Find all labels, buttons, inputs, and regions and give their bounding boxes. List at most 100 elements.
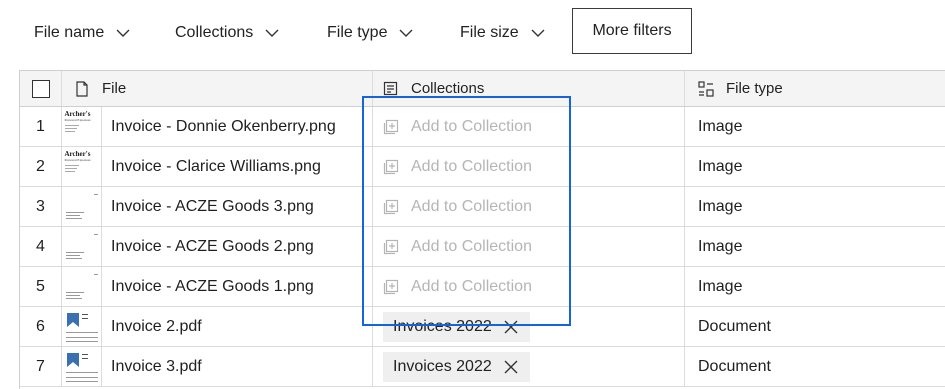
table-row[interactable]: 6 Invoice 2.pdf Invoices 2022 Document xyxy=(20,307,945,347)
bookmark-logo-icon xyxy=(66,312,79,327)
file-type: Image xyxy=(698,157,743,175)
row-number: 3 xyxy=(20,187,62,226)
close-icon[interactable] xyxy=(504,360,518,374)
file-type: Image xyxy=(698,237,743,255)
thumbnail-title: Archer's xyxy=(64,149,91,158)
row-number-label: 7 xyxy=(36,357,45,375)
file-size-filter[interactable]: File size xyxy=(460,14,545,52)
add-to-collection-button[interactable]: Add to Collection xyxy=(383,278,532,296)
file-type: Document xyxy=(698,317,771,335)
file-type-cell: Image xyxy=(685,267,945,306)
thumbnail-subtitle: Personal Expenses xyxy=(64,117,91,122)
table-row[interactable]: 3 Invoice - ACZE Goods 3.png Add to Coll… xyxy=(20,187,945,227)
row-number: 6 xyxy=(20,307,62,346)
add-to-collection-label: Add to Collection xyxy=(411,197,532,215)
chevron-down-icon xyxy=(399,29,413,37)
select-all-checkbox[interactable] xyxy=(31,79,50,98)
collections-cell: Invoices 2022 xyxy=(373,347,685,386)
add-to-collection-button[interactable]: Add to Collection xyxy=(383,238,532,256)
bookmark-logo-icon xyxy=(66,352,79,367)
collection-tag-label: Invoices 2022 xyxy=(393,357,492,375)
row-number-label: 6 xyxy=(36,317,45,335)
file-type-icon xyxy=(698,80,714,97)
invoice-thumbnail: Archer's Personal Expenses xyxy=(64,110,100,144)
add-collection-icon xyxy=(383,159,399,174)
file-name-cell[interactable]: Invoice - ACZE Goods 1.png xyxy=(102,267,373,306)
collections-cell: Add to Collection xyxy=(373,267,685,306)
row-number-label: 1 xyxy=(36,117,45,135)
file-size-filter-label: File size xyxy=(460,24,519,41)
row-number: 2 xyxy=(20,147,62,186)
file-name-filter-label: File name xyxy=(34,24,105,41)
file-type-cell: Image xyxy=(685,227,945,266)
table-row[interactable]: 2 Archer's Personal Expenses Invoice - C… xyxy=(20,147,945,187)
file-name-cell[interactable]: Invoice - ACZE Goods 3.png xyxy=(102,187,373,226)
row-number: 1 xyxy=(20,107,62,146)
add-to-collection-button[interactable]: Add to Collection xyxy=(383,158,532,176)
add-to-collection-label: Add to Collection xyxy=(411,157,532,175)
file-name-filter[interactable]: File name xyxy=(34,14,130,52)
file-name-cell[interactable]: Invoice - ACZE Goods 2.png xyxy=(102,227,373,266)
file-type-cell: Document xyxy=(685,307,945,346)
file-type-column-header[interactable]: File type xyxy=(685,71,945,106)
thumbnail-subtitle: Personal Expenses xyxy=(64,157,91,162)
file-type-filter-label: File type xyxy=(327,24,388,41)
file-type-column-label: File type xyxy=(726,80,783,97)
thumbnail-title: Archer's xyxy=(64,109,91,118)
collections-column-label: Collections xyxy=(411,80,485,97)
row-number: 5 xyxy=(20,267,62,306)
files-table: File Collections File type 1 Archer's Pe… xyxy=(19,70,945,389)
collections-cell: Add to Collection xyxy=(373,107,685,146)
file-type-cell: Image xyxy=(685,107,945,146)
row-number-label: 2 xyxy=(36,157,45,175)
file-type: Image xyxy=(698,117,743,135)
close-icon[interactable] xyxy=(504,320,518,334)
collection-tag: Invoices 2022 xyxy=(383,311,530,342)
table-row[interactable]: 7 Invoice 3.pdf Invoices 2022 Document xyxy=(20,347,945,387)
thumbnail-cell xyxy=(62,347,102,386)
file-name: Invoice - ACZE Goods 2.png xyxy=(111,237,314,255)
collections-cell: Add to Collection xyxy=(373,227,685,266)
row-number-label: 3 xyxy=(36,197,45,215)
file-name: Invoice - Donnie Okenberry.png xyxy=(111,117,336,135)
invoice-thumbnail xyxy=(64,270,100,304)
collection-tag-label: Invoices 2022 xyxy=(393,317,492,335)
select-all-cell xyxy=(20,71,62,106)
pdf-thumbnail xyxy=(64,310,100,344)
collections-column-header[interactable]: Collections xyxy=(373,71,685,106)
file-type-cell: Image xyxy=(685,147,945,186)
file-name-cell[interactable]: Invoice - Donnie Okenberry.png xyxy=(102,107,373,146)
file-name: Invoice 3.pdf xyxy=(111,357,202,375)
add-collection-icon xyxy=(383,119,399,134)
file-icon xyxy=(76,80,88,97)
add-to-collection-button[interactable]: Add to Collection xyxy=(383,118,532,136)
table-row[interactable]: 4 Invoice - ACZE Goods 2.png Add to Coll… xyxy=(20,227,945,267)
table-row[interactable]: 5 Invoice - ACZE Goods 1.png Add to Coll… xyxy=(20,267,945,307)
collections-cell: Add to Collection xyxy=(373,147,685,186)
thumbnail-cell: Archer's Personal Expenses xyxy=(62,107,102,146)
add-to-collection-button[interactable]: Add to Collection xyxy=(383,198,532,216)
row-number: 4 xyxy=(20,227,62,266)
thumbnail-cell xyxy=(62,227,102,266)
table-row[interactable]: 1 Archer's Personal Expenses Invoice - D… xyxy=(20,107,945,147)
file-column-label: File xyxy=(102,80,127,97)
file-type: Document xyxy=(698,357,771,375)
thumbnail-cell xyxy=(62,187,102,226)
chevron-down-icon xyxy=(531,29,545,37)
add-collection-icon xyxy=(383,199,399,214)
file-name-cell[interactable]: Invoice 2.pdf xyxy=(102,307,373,346)
thumbnail-cell xyxy=(62,267,102,306)
file-name-cell[interactable]: Invoice - Clarice Williams.png xyxy=(102,147,373,186)
collections-filter[interactable]: Collections xyxy=(175,14,279,52)
more-filters-button[interactable]: More filters xyxy=(572,8,692,54)
invoice-thumbnail: Archer's Personal Expenses xyxy=(64,150,100,184)
file-column-header[interactable]: File xyxy=(62,71,373,106)
filter-bar: File name Collections File type File siz… xyxy=(0,0,945,66)
file-type-filter[interactable]: File type xyxy=(327,14,413,52)
collections-filter-label: Collections xyxy=(175,24,254,41)
file-name-cell[interactable]: Invoice 3.pdf xyxy=(102,347,373,386)
row-number-label: 5 xyxy=(36,277,45,295)
collection-tag: Invoices 2022 xyxy=(383,351,530,382)
collections-cell: Add to Collection xyxy=(373,187,685,226)
collections-cell: Invoices 2022 xyxy=(373,307,685,346)
